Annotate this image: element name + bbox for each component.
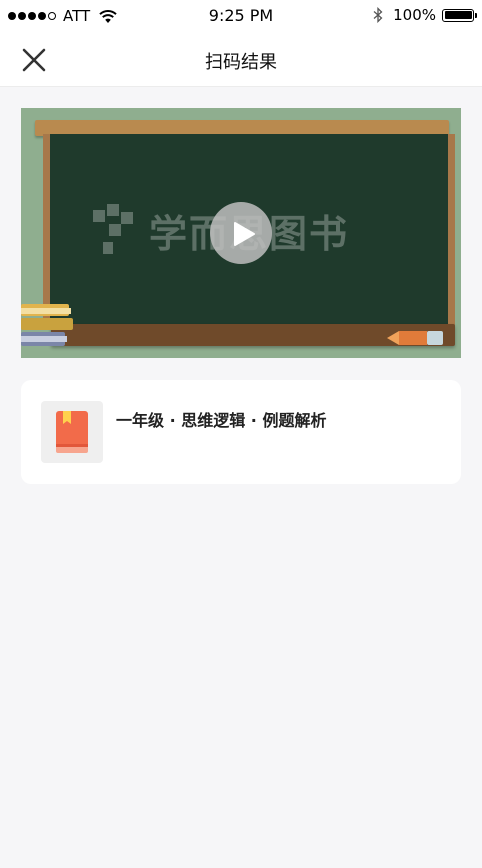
close-icon	[22, 48, 46, 72]
video-player[interactable]: 学而思图书	[21, 108, 461, 358]
course-card[interactable]: 一年级 · 思维逻辑 · 例题解析	[21, 380, 461, 484]
nav-bar: 扫码结果	[0, 32, 482, 87]
play-button[interactable]	[210, 202, 272, 264]
battery-percent: 100%	[393, 6, 436, 24]
course-title: 一年级 · 思维逻辑 · 例题解析	[116, 411, 327, 430]
bluetooth-icon	[373, 7, 383, 23]
chalk-illustration-icon	[387, 331, 443, 345]
page-title: 扫码结果	[205, 52, 277, 73]
watermark-logo-icon	[93, 204, 133, 254]
battery-icon	[442, 8, 477, 22]
close-button[interactable]	[18, 44, 50, 76]
play-icon	[234, 222, 255, 246]
books-illustration-icon	[21, 304, 73, 346]
status-bar: ATT 9:25 PM 100%	[0, 0, 482, 32]
status-right: 100%	[373, 6, 477, 24]
book-icon	[56, 411, 88, 453]
course-thumbnail	[41, 401, 103, 463]
